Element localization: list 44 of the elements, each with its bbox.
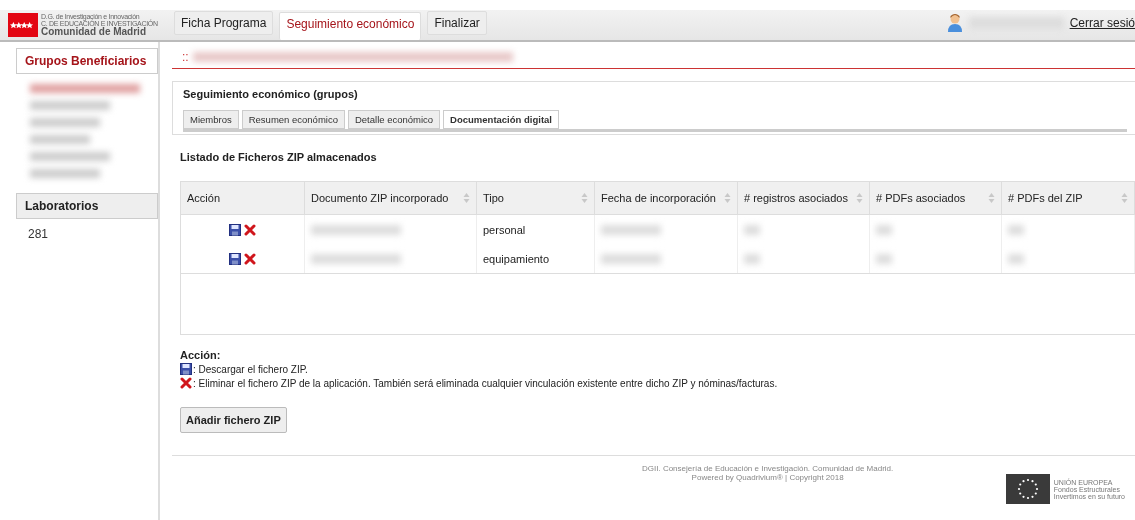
table-cell: equipamiento <box>483 252 550 265</box>
user-avatar-icon <box>946 13 963 33</box>
legend-text: : Eliminar el fichero ZIP de la aplicación. También será eliminada cualquier vinculación existente entre dicho ZIP y nóminas/facturas. <box>193 377 778 389</box>
panel-title: Seguimiento económico (grupos) <box>183 88 359 100</box>
column-header[interactable]: Tipo <box>477 182 595 215</box>
sidebar-item[interactable]: 281 <box>16 219 154 249</box>
sidebar-section[interactable]: Grupos Beneficiarios <box>16 48 158 74</box>
sidebar-section[interactable]: Laboratorios <box>16 193 158 219</box>
column-header[interactable]: # PDFs asociados <box>870 182 1002 215</box>
redacted-cell <box>601 253 661 264</box>
add-zip-button[interactable]: Añadir fichero ZIP <box>180 407 287 433</box>
table-cell: personal <box>483 223 526 236</box>
section-title: Listado de Ficheros ZIP almacenados <box>180 151 378 163</box>
delete-icon[interactable] <box>244 223 256 236</box>
logo-title: Comunidad de Madrid <box>41 27 147 37</box>
column-header[interactable]: # registros asociados <box>738 182 870 215</box>
flag-stars-icon <box>8 13 38 37</box>
main-tab[interactable]: Ficha Programa <box>174 11 274 35</box>
sub-tab[interactable]: Resumen económico <box>241 110 345 129</box>
redacted-cell <box>876 253 892 264</box>
redacted-cell <box>744 224 760 235</box>
column-header[interactable]: Documento ZIP incorporado <box>305 182 477 215</box>
main-tab[interactable]: Seguimiento económico <box>279 12 422 40</box>
redacted-cell <box>1008 253 1024 264</box>
redacted-cell <box>744 253 760 264</box>
logout-link[interactable]: Cerrar sesió <box>1069 16 1135 30</box>
footer-text: Powered by Quadrivium® | Copyright 2018 <box>691 473 844 482</box>
redacted-cell <box>1008 224 1024 235</box>
legend-text: : Descargar el fichero ZIP. <box>193 363 308 375</box>
column-header[interactable]: # PDFs del ZIP <box>1002 182 1135 215</box>
delete-icon[interactable] <box>180 377 192 389</box>
sub-tab[interactable]: Documentación digital <box>443 110 559 129</box>
redacted-cell <box>601 224 661 235</box>
sub-tab[interactable]: Detalle económico <box>347 110 441 129</box>
main-tab[interactable]: Finalizar <box>427 11 487 35</box>
sub-tab[interactable]: Miembros <box>183 110 239 129</box>
legend-title: Acción: <box>180 349 222 361</box>
eu-flag-icon <box>1005 474 1050 504</box>
column-header[interactable]: Acción <box>181 182 305 215</box>
delete-icon[interactable] <box>244 252 256 265</box>
redacted-cell <box>876 224 892 235</box>
column-header[interactable]: Fecha de incorporación <box>595 182 738 215</box>
breadcrumb-marker: :: <box>182 50 189 64</box>
footer-text: DGII. Consejería de Educación e Investigación. Comunidad de Madrid. <box>642 464 894 473</box>
